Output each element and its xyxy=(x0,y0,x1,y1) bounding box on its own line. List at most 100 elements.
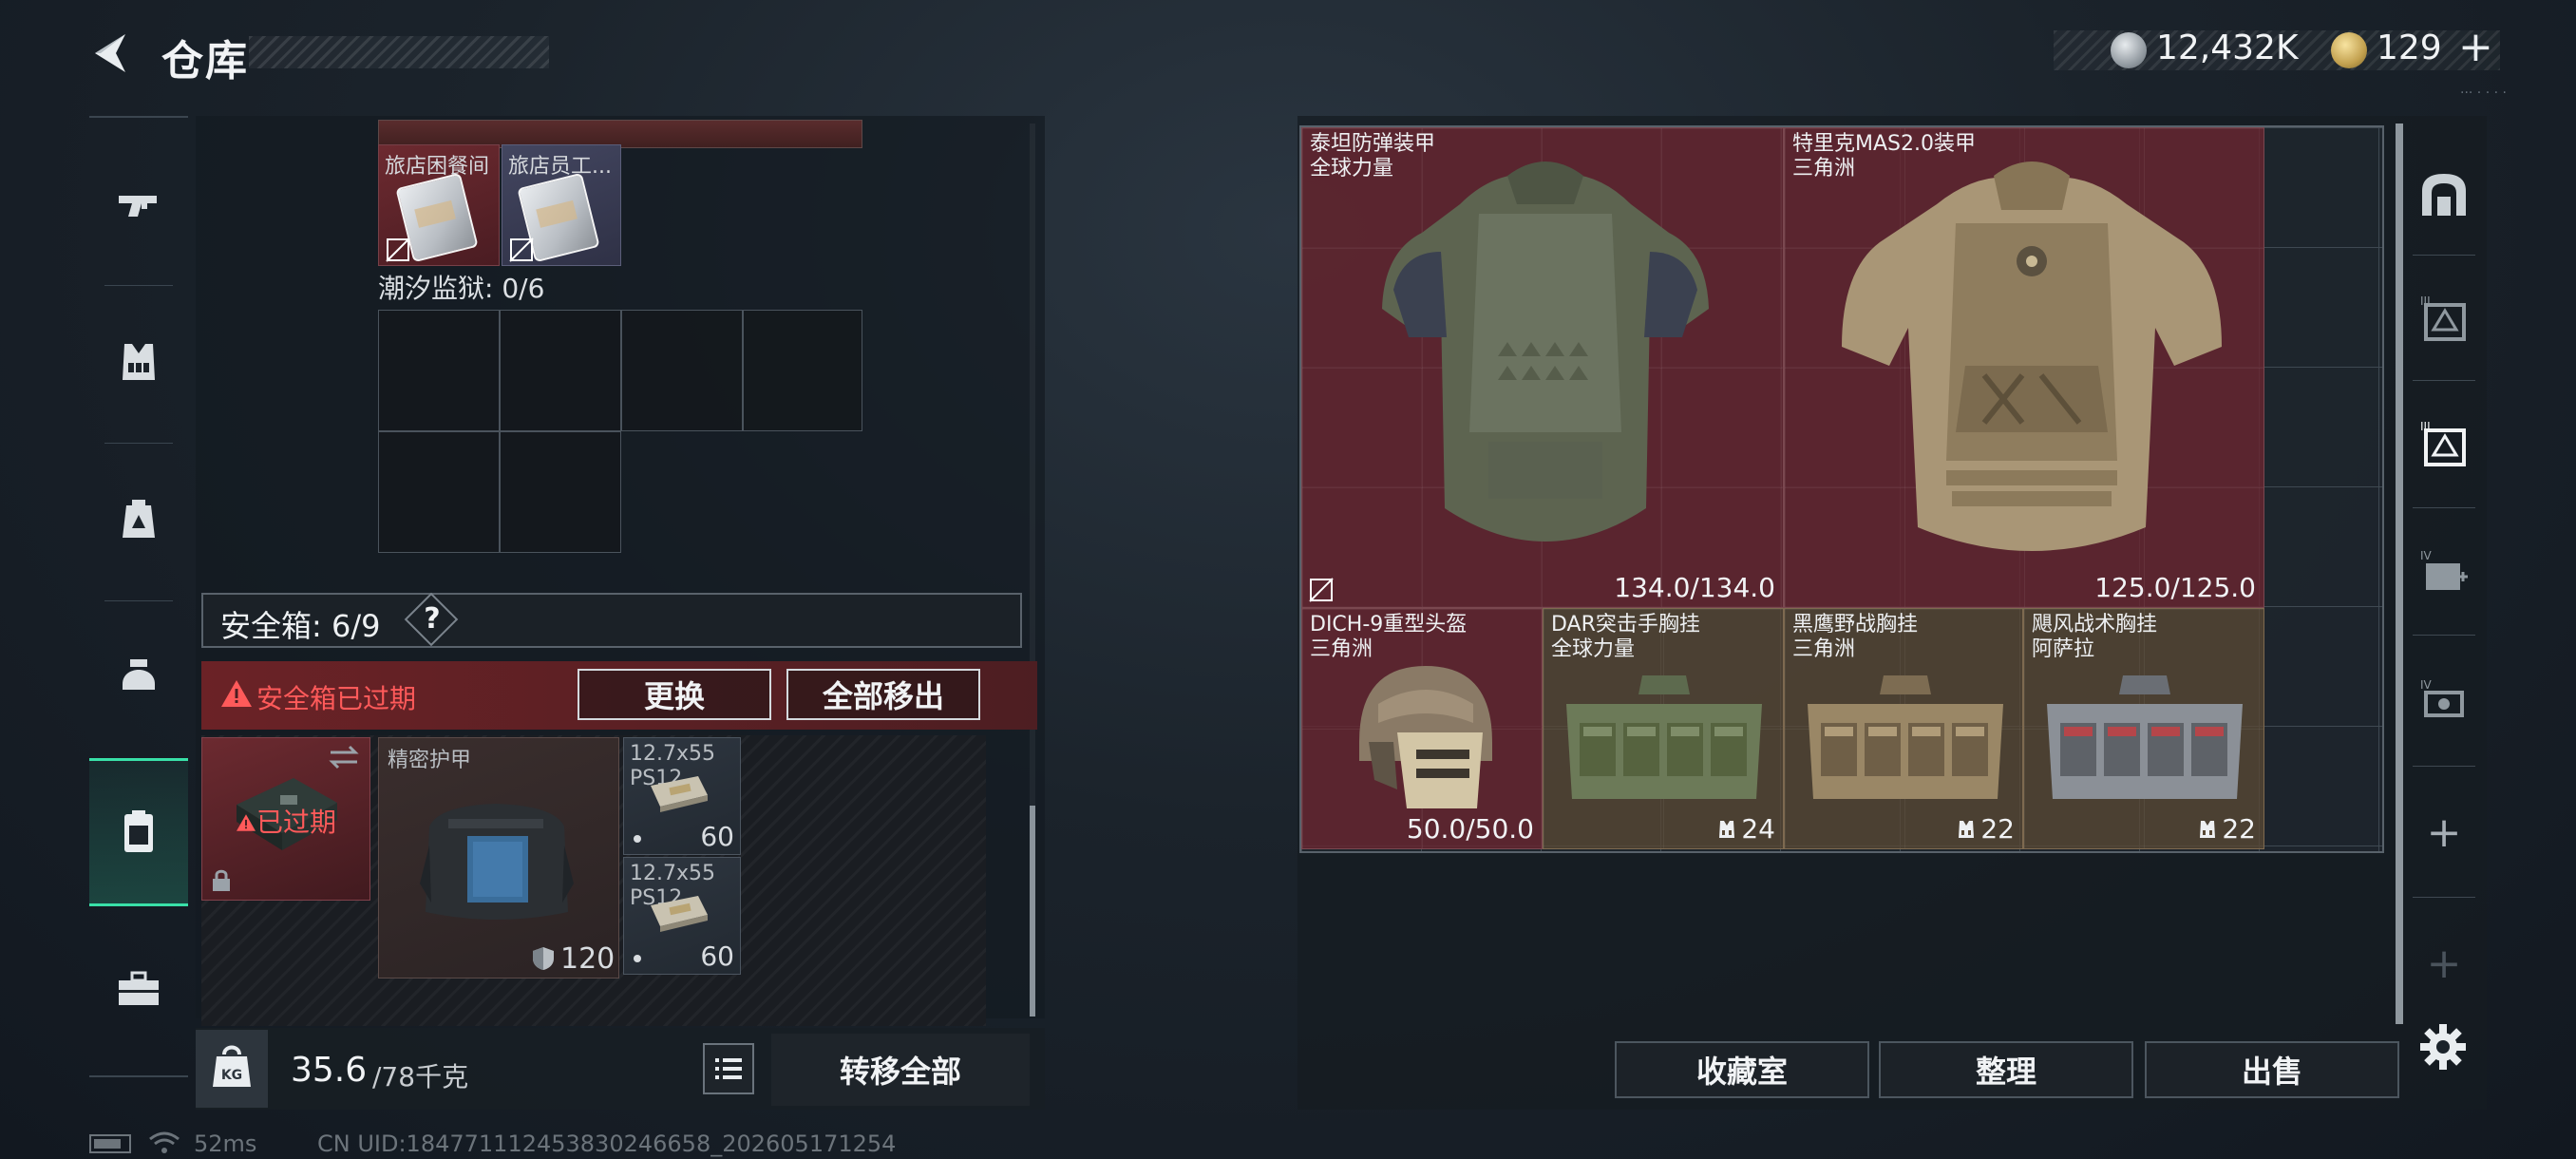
swap-arrows-icon[interactable] xyxy=(327,743,361,771)
wifi-icon xyxy=(149,1131,180,1153)
nav-divider xyxy=(2413,507,2475,508)
rig-capacity-value: 22 xyxy=(1980,813,2015,845)
grid-slot[interactable] xyxy=(500,310,621,431)
armor-item-name: 精密护甲 xyxy=(388,749,472,772)
back-arrow-icon[interactable] xyxy=(87,28,133,78)
dar-rig-image xyxy=(1566,675,1762,799)
lock-icon xyxy=(213,869,230,891)
item-name: 飓风战术胸挂 xyxy=(2032,613,2158,636)
version-text: ··· · · · · xyxy=(2460,86,2507,101)
ammo-box-image xyxy=(651,896,708,932)
chest-rig-icon xyxy=(123,344,155,380)
safe-item-expired-label: 已过期 xyxy=(236,802,336,840)
item-name: 旅店困餐间 xyxy=(385,155,490,179)
sort-button[interactable]: 整理 xyxy=(1879,1041,2133,1098)
stash-tab-tier4-camera[interactable]: IV xyxy=(2405,642,2483,756)
stash-tab-main[interactable] xyxy=(2405,139,2483,253)
stash-item-hurricane-rig[interactable]: 飓风战术胸挂 阿萨拉 22 xyxy=(2023,608,2264,849)
pistol-icon xyxy=(119,196,157,217)
tier4-camera-icon: IV xyxy=(2420,678,2464,717)
warning-icon xyxy=(237,814,256,831)
item-durability: 134.0/134.0 xyxy=(1614,572,1775,603)
item-durability: 50.0/50.0 xyxy=(1406,813,1534,845)
safe-box-label: 安全箱: 6/9 xyxy=(220,608,381,644)
ammo-box-image xyxy=(651,776,708,812)
stash-scrollbar-thumb[interactable] xyxy=(2396,124,2403,1024)
tier3-stash-icon: III xyxy=(2420,294,2466,341)
stash-tab-tier3-a[interactable]: III xyxy=(2405,262,2483,376)
nav-backpack[interactable] xyxy=(89,448,188,591)
ammo-count: 60 xyxy=(700,821,734,852)
rig-capacity-value: 22 xyxy=(2222,813,2256,845)
list-view-button[interactable] xyxy=(703,1043,754,1094)
item-durability: 125.0/125.0 xyxy=(2094,572,2256,603)
item-capacity: 22 xyxy=(1956,813,2015,845)
list-icon xyxy=(715,1058,742,1079)
expired-text: 已过期 xyxy=(256,807,337,838)
move-all-out-button[interactable]: 全部移出 xyxy=(786,669,980,720)
rig-capacity-icon xyxy=(1719,821,1735,838)
collection-room-button[interactable]: 收藏室 xyxy=(1615,1041,1869,1098)
stash-item-dich9-helmet[interactable]: DICH-9重型头盔 三角洲 50.0/50.0 xyxy=(1301,608,1543,849)
uid-text: CN UID:18477111245383024665​8_2026051712… xyxy=(317,1130,897,1157)
ammo-dot-indicator xyxy=(634,955,641,962)
add-currency-button[interactable]: + xyxy=(2458,23,2493,71)
toolbox-icon xyxy=(119,971,159,1005)
ammo-dot-indicator xyxy=(634,835,641,843)
stash-tab-tier3-b[interactable]: III xyxy=(2405,388,2483,502)
grid-slot[interactable] xyxy=(378,431,500,553)
nav-armor-rig[interactable] xyxy=(89,291,188,433)
ammo-item[interactable]: 12.7x55 PS12 60 xyxy=(623,737,741,855)
swap-button[interactable]: 更换 xyxy=(578,669,771,720)
stash-main-icon xyxy=(2422,174,2466,216)
stash-tab-tier4-medical[interactable]: IV xyxy=(2405,515,2483,629)
grid-slot[interactable] xyxy=(743,310,862,431)
transfer-all-button[interactable]: 转移全部 xyxy=(771,1034,1030,1106)
safe-box-icon xyxy=(124,810,153,852)
nav-divider xyxy=(2413,766,2475,767)
armor-durability: 120 xyxy=(560,942,616,976)
no-trade-icon xyxy=(509,238,534,262)
helmet-icon xyxy=(123,659,155,690)
help-label: ? xyxy=(424,602,441,636)
tier4-medical-icon: IV xyxy=(2420,549,2468,590)
weight-icon: KG xyxy=(213,1045,251,1087)
svg-text:KG: KG xyxy=(221,1068,242,1083)
backpack-scrollbar-thumb[interactable] xyxy=(1030,806,1035,1016)
battery-icon xyxy=(89,1134,131,1153)
add-stash-tab-button[interactable]: + xyxy=(2405,775,2483,889)
silver-currency-value: 12,432K xyxy=(2156,28,2299,67)
item-card-hotel-1[interactable]: 旅店困餐间 xyxy=(378,144,500,266)
sell-button[interactable]: 出售 xyxy=(2145,1041,2399,1098)
item-faction: 三角洲 xyxy=(1792,637,1856,661)
nav-divider xyxy=(2413,380,2475,381)
gold-coin-icon xyxy=(2331,32,2367,68)
backpack-icon xyxy=(123,500,155,538)
helmet-image xyxy=(1359,666,1492,808)
grid-slot[interactable] xyxy=(500,431,621,553)
stash-item-dar-rig[interactable]: DAR突击手胸挂 全球力量 24 xyxy=(1543,608,1784,849)
nav-toolbox[interactable] xyxy=(89,918,188,1060)
page-title: 仓库 xyxy=(161,37,249,86)
no-trade-icon xyxy=(386,238,410,262)
item-card-hotel-2[interactable]: 旅店员工... xyxy=(502,144,621,266)
nav-helmet[interactable] xyxy=(89,606,188,749)
settings-gear-icon[interactable] xyxy=(2418,1022,2468,1072)
expired-warning-text: 安全箱已过期 xyxy=(256,683,417,714)
ammo-item[interactable]: 12.7x55 PS12 60 xyxy=(623,857,741,975)
stash-item-terek-armor[interactable]: 特里克MAS2.0装甲 三角洲 125.0/125.0 xyxy=(1784,127,2264,608)
stash-item-blackhawk-rig[interactable]: 黑鹰野战胸挂 三角洲 22 xyxy=(1784,608,2023,849)
stash-item-titan-armor[interactable]: 泰坦防弹装甲 全球力量 134.0/134.0 xyxy=(1301,127,1784,608)
item-name: DICH-9重型头盔 xyxy=(1310,613,1468,636)
item-faction: 全球力量 xyxy=(1551,637,1636,661)
grid-slot[interactable] xyxy=(378,310,500,431)
nav-safe-box[interactable] xyxy=(89,758,188,906)
nav-divider xyxy=(2413,897,2475,898)
svg-text:III: III xyxy=(2420,420,2431,433)
grid-slot[interactable] xyxy=(621,310,743,431)
item-faction: 阿萨拉 xyxy=(2032,637,2095,661)
silver-coin-icon xyxy=(2111,32,2147,68)
nav-divider xyxy=(104,285,173,286)
nav-weapons[interactable] xyxy=(89,133,188,276)
titan-armor-image xyxy=(1382,162,1709,542)
